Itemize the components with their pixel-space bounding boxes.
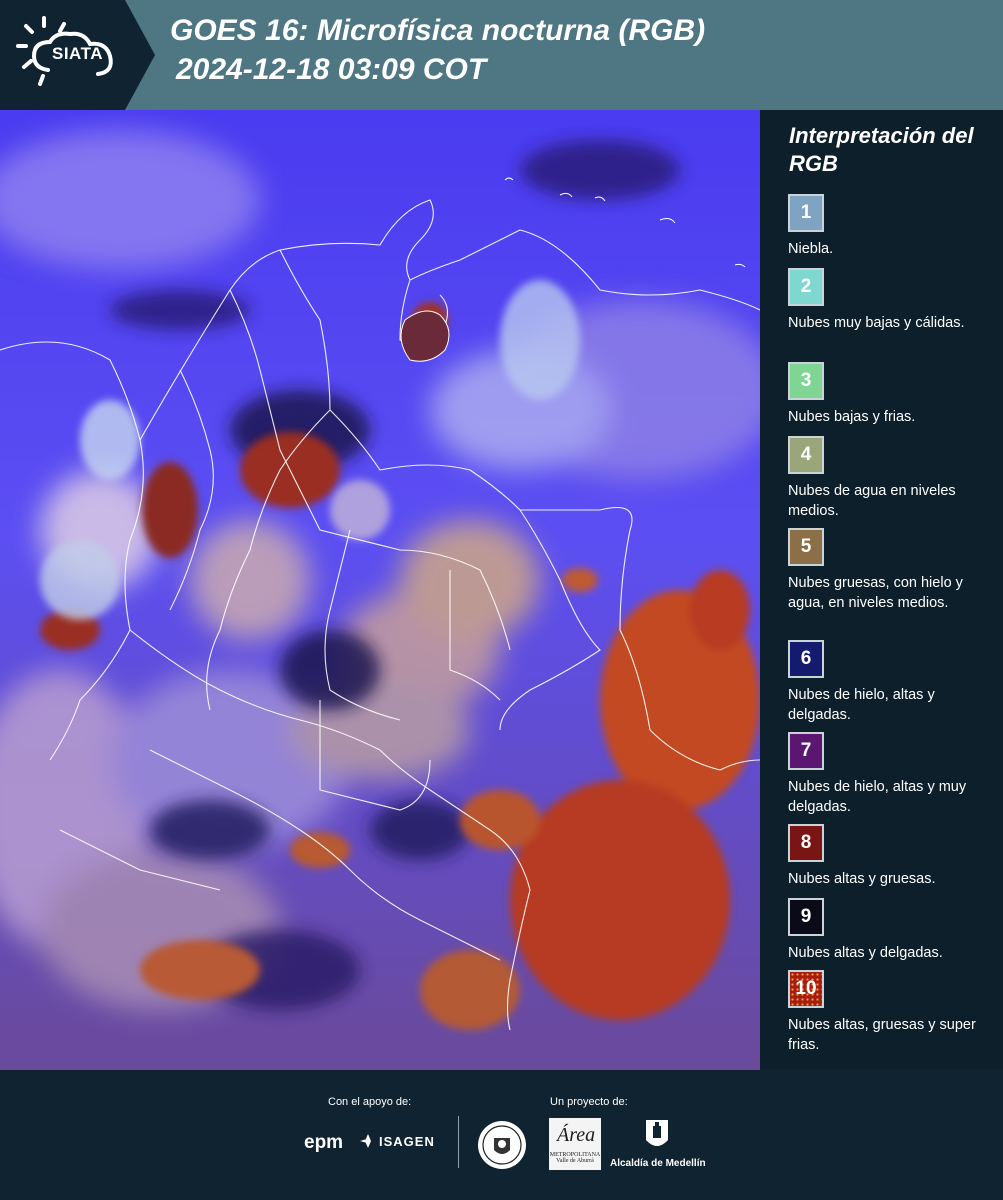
legend-label: Nubes gruesas, con hielo y agua, en nive… (788, 575, 963, 611)
legend-label: Nubes de hielo, altas y delgadas. (788, 687, 935, 723)
legend-label: Nubes altas, gruesas y super frias. (788, 1017, 976, 1053)
legend-item-6: 6 Nubes de hielo, altas y delgadas. (788, 640, 993, 725)
isagen-icon (360, 1134, 371, 1148)
logo-text: SIATA (52, 44, 103, 63)
legend-swatch: 8 (788, 824, 824, 862)
legend-swatch: 7 (788, 732, 824, 770)
legend-swatch: 5 (788, 528, 824, 566)
rgb-satellite-image (0, 110, 760, 1070)
legend-item-9: 9 Nubes altas y delgadas. (788, 898, 993, 963)
legend-panel: Interpretación del RGB 1 Niebla. 2 Nubes… (770, 110, 995, 1070)
isagen-logo: ISAGEN (360, 1134, 435, 1149)
page-title: GOES 16: Microfísica nocturna (RGB) (170, 14, 706, 47)
area-logo-text: METROPOLITANA Valle de Aburrá (549, 1152, 601, 1164)
legend-label: Niebla. (788, 241, 834, 257)
support-label: Con el apoyo de: (328, 1096, 412, 1108)
siata-logo: SIATA (0, 0, 155, 110)
legend-label: Nubes de hielo, altas y muy delgadas. (788, 779, 967, 815)
page: SIATA GOES 16: Microfísica nocturna (RGB… (0, 0, 1003, 1200)
project-label: Un proyecto de: (550, 1096, 628, 1108)
legend-title: Interpretación del RGB (789, 123, 974, 176)
area-metropolitana-logo: Área METROPOLITANA Valle de Aburrá (549, 1118, 601, 1170)
legend-swatch: 2 (788, 268, 824, 306)
satellite-map[interactable] (0, 110, 760, 1070)
area-logo-script: Área (557, 1124, 596, 1146)
legend-item-1: 1 Niebla. (788, 194, 993, 259)
legend-item-7: 7 Nubes de hielo, altas y muy delgadas. (788, 732, 993, 817)
legend-item-10: 10 Nubes altas, gruesas y super frias. (788, 970, 993, 1055)
legend-item-2: 2 Nubes muy bajas y cálidas. (788, 268, 993, 333)
isagen-text: ISAGEN (379, 1134, 435, 1149)
legend-label: Nubes de agua en niveles medios. (788, 483, 956, 519)
footer-divider (458, 1116, 459, 1168)
legend-swatch: 10 (788, 970, 824, 1008)
university-seal-icon (478, 1121, 526, 1169)
legend-item-8: 8 Nubes altas y gruesas. (788, 824, 993, 889)
header-bar: SIATA GOES 16: Microfísica nocturna (RGB… (0, 0, 1003, 110)
legend-label: Nubes muy bajas y cálidas. (788, 315, 965, 331)
medellin-shield-icon (646, 1120, 668, 1146)
epm-logo: epm (304, 1132, 344, 1153)
footer: Con el apoyo de: Un proyecto de: epm ISA… (0, 1070, 1003, 1200)
legend-swatch: 9 (788, 898, 824, 936)
legend-swatch: 6 (788, 640, 824, 678)
legend-item-3: 3 Nubes bajas y frias. (788, 362, 993, 427)
legend-item-4: 4 Nubes de agua en niveles medios. (788, 436, 993, 521)
medellin-text: Alcaldía de Medellín (610, 1158, 706, 1169)
legend-label: Nubes altas y gruesas. (788, 871, 936, 887)
legend-item-5: 5 Nubes gruesas, con hielo y agua, en ni… (788, 528, 993, 613)
legend-swatch: 4 (788, 436, 824, 474)
legend-label: Nubes altas y delgadas. (788, 945, 943, 961)
legend-swatch: 1 (788, 194, 824, 232)
page-timestamp: 2024-12-18 03:09 COT (176, 53, 487, 86)
legend-swatch: 3 (788, 362, 824, 400)
legend-label: Nubes bajas y frias. (788, 409, 916, 425)
